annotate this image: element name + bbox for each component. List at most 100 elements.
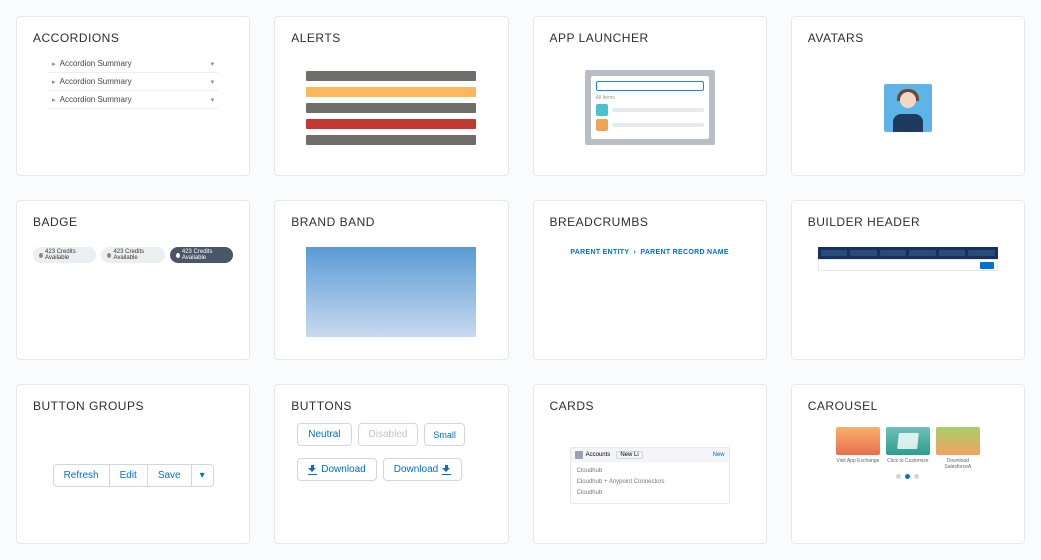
dropdown-button: ▾ bbox=[191, 464, 214, 487]
cards-line: Cloudhub bbox=[577, 488, 723, 499]
badge: 423 Credits Available bbox=[33, 247, 96, 263]
card-brand-band[interactable]: BRAND BAND bbox=[274, 200, 508, 360]
download-icon bbox=[442, 465, 451, 474]
button-label: Download bbox=[321, 464, 365, 475]
card-title: BREADCRUMBS bbox=[550, 215, 750, 229]
accordion-row: ▸ Accordion Summary ▾ bbox=[48, 73, 218, 91]
caret-down-icon: ▾ bbox=[200, 470, 205, 481]
brand-band-preview bbox=[291, 239, 491, 344]
cards-line: Cloudhub bbox=[577, 466, 723, 477]
badge-inverse: 423 Credits Available bbox=[170, 247, 233, 263]
card-builder-header[interactable]: BUILDER HEADER bbox=[791, 200, 1025, 360]
carousel-caption: Click to Customize bbox=[886, 458, 930, 464]
chevron-right-icon: › bbox=[633, 249, 636, 256]
carousel-dot bbox=[914, 474, 919, 479]
cards-line: Cloudhub + Anypoint Connectors bbox=[577, 477, 723, 488]
app-launcher-frame: All Items bbox=[585, 70, 715, 145]
card-title: BRAND BAND bbox=[291, 215, 491, 229]
card-title: BUTTONS bbox=[291, 399, 491, 413]
app-launcher-item bbox=[596, 119, 704, 131]
card-title: AVATARS bbox=[808, 31, 1008, 45]
download-icon bbox=[308, 465, 317, 474]
download-left-icon-button: Download bbox=[297, 458, 376, 481]
accordions-preview: ▸Accordion Summary▾ ▸Accordion Summary▾ … bbox=[33, 55, 233, 160]
cards-new-link: New bbox=[713, 452, 725, 458]
carousel-dot bbox=[896, 474, 901, 479]
accordion-row: ▸ Accordion Summary ▾ bbox=[48, 55, 218, 73]
accordion-label: Accordion Summary bbox=[60, 95, 132, 104]
card-badge[interactable]: BADGE 423 Credits Available 423 Credits … bbox=[16, 200, 250, 360]
carousel-indicators bbox=[896, 474, 919, 479]
carousel-item: Visit App Exchange bbox=[836, 427, 880, 470]
card-title: CAROUSEL bbox=[808, 399, 1008, 413]
card-title: BADGE bbox=[33, 215, 233, 229]
button-groups-preview: Refresh Edit Save ▾ bbox=[33, 423, 233, 528]
save-button: Save bbox=[147, 464, 192, 487]
carousel-caption: Download SalesforceA bbox=[936, 458, 980, 470]
carousel-item: Click to Customize bbox=[886, 427, 930, 470]
carousel-image bbox=[886, 427, 930, 455]
carousel-image bbox=[936, 427, 980, 455]
card-title: ACCORDIONS bbox=[33, 31, 233, 45]
chevron-right-icon: ▸ bbox=[52, 78, 56, 86]
breadcrumb-child: PARENT RECORD NAME bbox=[640, 249, 729, 256]
chevron-right-icon: ▸ bbox=[52, 96, 56, 104]
caret-down-icon: ▾ bbox=[211, 60, 215, 68]
accordion-label: Accordion Summary bbox=[60, 77, 132, 86]
app-launcher-item bbox=[596, 104, 704, 116]
card-title: BUTTON GROUPS bbox=[33, 399, 233, 413]
download-right-icon-button: Download bbox=[383, 458, 462, 481]
edit-button: Edit bbox=[109, 464, 148, 487]
cards-example: AccountsNew Li New Cloudhub Cloudhub + A… bbox=[570, 447, 730, 503]
caret-down-icon: ▾ bbox=[211, 78, 215, 86]
card-cards[interactable]: CARDS AccountsNew Li New Cloudhub Cloudh… bbox=[533, 384, 767, 544]
avatar-preview bbox=[808, 55, 1008, 160]
badge-preview: 423 Credits Available 423 Credits Availa… bbox=[33, 239, 233, 344]
refresh-button: Refresh bbox=[53, 464, 110, 487]
small-button: Small bbox=[424, 423, 465, 446]
badge-dot-icon bbox=[107, 253, 111, 258]
alert-bar bbox=[306, 103, 476, 113]
accordion-label: Accordion Summary bbox=[60, 59, 132, 68]
badge-dot-icon bbox=[39, 253, 43, 258]
breadcrumb-parent: PARENT ENTITY bbox=[570, 249, 629, 256]
carousel-dot-active bbox=[905, 474, 910, 479]
card-alerts[interactable]: ALERTS bbox=[274, 16, 508, 176]
card-title: APP LAUNCHER bbox=[550, 31, 750, 45]
carousel-item: Download SalesforceA bbox=[936, 427, 980, 470]
alert-bar bbox=[306, 71, 476, 81]
card-carousel[interactable]: CAROUSEL Visit App Exchange Click to Cus… bbox=[791, 384, 1025, 544]
card-avatars[interactable]: AVATARS bbox=[791, 16, 1025, 176]
badge-dot-icon bbox=[176, 253, 180, 258]
card-accordions[interactable]: ACCORDIONS ▸ Accordion Summary ▾ ▸ Accordio… bbox=[16, 16, 250, 176]
breadcrumbs-preview: PARENT ENTITY › PARENT RECORD NAME bbox=[550, 239, 750, 344]
builder-header-preview bbox=[808, 239, 1008, 344]
badge-text: 423 Credits Available bbox=[113, 249, 158, 261]
carousel-image bbox=[836, 427, 880, 455]
breadcrumb: PARENT ENTITY › PARENT RECORD NAME bbox=[570, 249, 729, 256]
card-app-launcher[interactable]: APP LAUNCHER All Items bbox=[533, 16, 767, 176]
caret-down-icon: ▾ bbox=[211, 96, 215, 104]
account-icon bbox=[575, 451, 583, 459]
card-buttons[interactable]: BUTTONS Neutral Disabled Small Download … bbox=[274, 384, 508, 544]
app-launcher-section: All Items bbox=[596, 95, 704, 101]
alerts-preview bbox=[291, 55, 491, 160]
cards-preview: AccountsNew Li New Cloudhub Cloudhub + A… bbox=[550, 423, 750, 528]
carousel-preview: Visit App Exchange Click to Customize Do… bbox=[808, 423, 1008, 528]
builder-header-button bbox=[980, 262, 994, 269]
carousel-caption: Visit App Exchange bbox=[836, 458, 880, 464]
alert-bar bbox=[306, 135, 476, 145]
neutral-button: Neutral bbox=[297, 423, 351, 446]
card-breadcrumbs[interactable]: BREADCRUMBS PARENT ENTITY › PARENT RECOR… bbox=[533, 200, 767, 360]
cards-search: New Li bbox=[616, 451, 642, 459]
component-grid: ACCORDIONS ▸ Accordion Summary ▾ ▸ Accordio… bbox=[16, 16, 1025, 544]
chevron-right-icon: ▸ bbox=[52, 60, 56, 68]
badge: 423 Credits Available bbox=[101, 247, 164, 263]
brand-band-graphic bbox=[306, 247, 476, 337]
card-button-groups[interactable]: BUTTON GROUPS Refresh Edit Save ▾ bbox=[16, 384, 250, 544]
builder-header-graphic bbox=[818, 247, 998, 271]
badge-text: 423 Credits Available bbox=[182, 249, 227, 261]
app-launcher-search bbox=[596, 81, 704, 91]
app-launcher-preview: All Items bbox=[550, 55, 750, 160]
card-title: CARDS bbox=[550, 399, 750, 413]
